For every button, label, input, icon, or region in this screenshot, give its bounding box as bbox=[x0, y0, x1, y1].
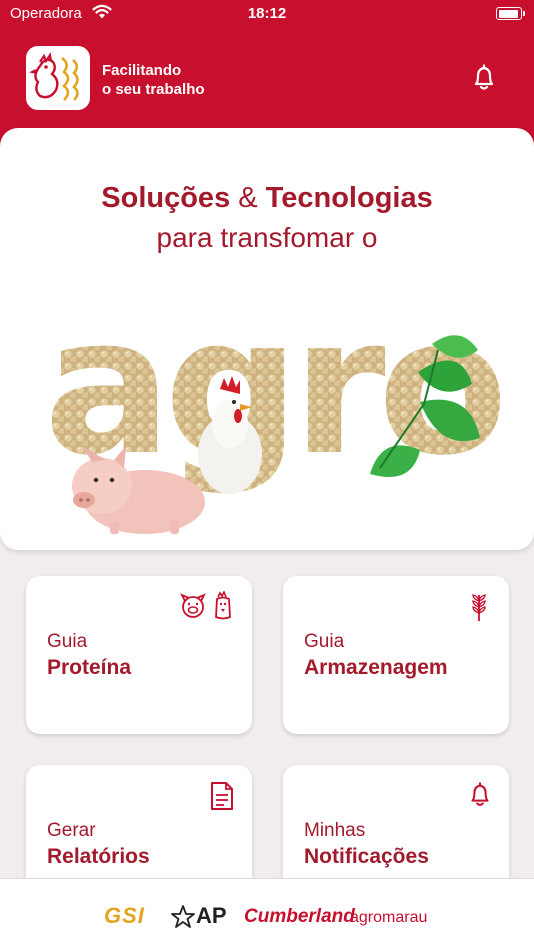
document-icon bbox=[209, 781, 235, 816]
clock: 18:12 bbox=[247, 5, 287, 22]
hero-title-word-2: Tecnologias bbox=[265, 182, 433, 214]
card-label-top: Minhas bbox=[304, 820, 366, 841]
agro-illustration: agro bbox=[44, 276, 500, 534]
card-label-bottom: Notificações bbox=[304, 845, 429, 868]
app-logo bbox=[26, 46, 90, 110]
partner-ap-logo: AP bbox=[196, 903, 227, 928]
partner-agromarau-logo: agromarau bbox=[350, 909, 428, 926]
pig-icon bbox=[178, 593, 208, 624]
star-icon bbox=[171, 905, 195, 928]
battery-icon bbox=[496, 7, 525, 20]
tagline: Facilitando o seu trabalho bbox=[102, 61, 205, 99]
bell-icon bbox=[465, 779, 495, 816]
card-label-top: Guia bbox=[47, 631, 88, 652]
chicken-icon bbox=[212, 590, 234, 626]
hero-subtitle: para transfomar o bbox=[156, 222, 378, 253]
card-label-bottom: Armazenagem bbox=[304, 656, 448, 679]
hero-banner: Soluções & Tecnologias para transfomar o… bbox=[0, 128, 534, 550]
card-label-bottom: Relatórios bbox=[47, 845, 150, 868]
partners-footer: GSI AP Cumberland agromarau bbox=[0, 878, 534, 950]
status-bar: Operadora 18:12 bbox=[0, 0, 534, 28]
hero-title-word-1: Soluções bbox=[101, 182, 231, 214]
notifications-bell-icon[interactable] bbox=[468, 62, 500, 94]
card-label-top: Guia bbox=[304, 631, 345, 652]
card-guia-proteina[interactable]: Guia Proteína bbox=[26, 576, 252, 734]
hero-title: Soluções & Tecnologias bbox=[0, 182, 534, 215]
card-label-bottom: Proteína bbox=[47, 656, 132, 679]
partner-gsi-logo: GSI bbox=[104, 903, 145, 928]
card-label-top: Gerar bbox=[47, 820, 96, 841]
hero-title-amp: & bbox=[238, 182, 258, 214]
partner-cumberland-logo: Cumberland bbox=[244, 906, 355, 927]
card-guia-armazenagem[interactable]: Guia Armazenagem bbox=[283, 576, 509, 734]
tagline-line-2: o seu trabalho bbox=[102, 81, 205, 98]
tagline-line-1: Facilitando bbox=[102, 62, 182, 79]
wheat-icon bbox=[469, 591, 489, 628]
